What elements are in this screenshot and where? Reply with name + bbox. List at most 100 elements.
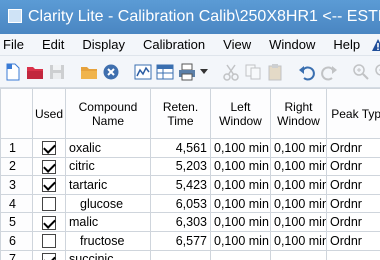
zoom-in-icon[interactable] [352,61,370,83]
undo-icon[interactable] [298,61,316,83]
retention-time-header[interactable]: Reten. Time [150,88,211,139]
print-icon[interactable] [178,61,196,83]
retention-time-cell[interactable]: 6,053 [150,193,211,214]
used-checkbox-cell[interactable] [32,193,66,214]
cut-icon[interactable] [222,61,240,83]
dropdown-icon[interactable] [200,61,208,83]
chart-icon[interactable] [134,61,152,83]
peak-type-cell[interactable] [326,249,380,260]
left-window-cell[interactable]: 0,100 min [210,175,271,195]
retention-time-cell[interactable]: 5,203 [150,156,211,177]
table-row[interactable]: 7 succinic [0,249,380,260]
table-row[interactable]: 3 tartaric 5,423 0,100 min 0,100 min Ordnr [0,175,380,195]
compound-name-cell[interactable]: tartaric [65,175,151,195]
title-bar: Clarity Lite - Calibration Calib\250X8HR… [0,0,380,34]
right-window-header[interactable]: Right Window [270,88,327,139]
left-window-cell[interactable]: 0,100 min [210,230,271,251]
peak-type-cell[interactable]: Ordnr [326,175,380,195]
used-checkbox-cell[interactable] [32,156,66,177]
row-number-cell: 2 [0,156,33,177]
left-window-cell[interactable] [210,249,271,260]
table-row[interactable]: 6 fructose 6,577 0,100 min 0,100 min Ordnr [0,230,380,251]
row-number-header [0,88,33,139]
used-checkbox-cell[interactable] [32,138,66,158]
used-checkbox-cell[interactable] [32,249,66,260]
used-checkbox-cell[interactable] [32,175,66,195]
row-number-cell: 3 [0,175,33,195]
menu-calibration[interactable]: Calibration [134,37,214,52]
compound-name-cell[interactable]: oxalic [65,138,151,158]
peak-type-cell[interactable]: Ordnr [326,193,380,214]
retention-time-cell[interactable]: 6,303 [150,212,211,232]
table-icon[interactable] [156,61,174,83]
used-header[interactable]: Used [32,88,66,139]
left-window-cell[interactable]: 0,100 min [210,156,271,177]
paste-icon[interactable] [266,61,284,83]
toolbar [0,56,380,88]
right-window-cell[interactable] [270,249,327,260]
open-folder-icon[interactable] [80,61,98,83]
peak-type-cell[interactable]: Ordnr [326,212,380,232]
retention-time-cell[interactable] [150,249,211,260]
used-checkbox[interactable] [42,178,56,193]
row-number-cell: 7 [0,249,33,260]
left-window-header[interactable]: Left Window [210,88,271,139]
used-checkbox[interactable] [42,252,56,260]
warning-icon[interactable] [369,36,380,54]
compound-name-header[interactable]: Compound Name [65,88,151,139]
peak-type-cell[interactable]: Ordnr [326,156,380,177]
used-checkbox[interactable] [42,196,56,211]
row-number-cell: 6 [0,230,33,251]
right-window-cell[interactable]: 0,100 min [270,230,327,251]
table-row[interactable]: 1 oxalic 4,561 0,100 min 0,100 min Ordnr [0,138,380,158]
open-red-icon[interactable] [26,61,44,83]
close-circle-icon[interactable] [102,61,120,83]
row-number-cell: 5 [0,212,33,232]
table-row[interactable]: 5 malic 6,303 0,100 min 0,100 min Ordnr [0,212,380,232]
used-checkbox-cell[interactable] [32,212,66,232]
clarity-lite-window: Clarity Lite - Calibration Calib\250X8HR… [0,0,380,260]
compound-name-cell[interactable]: glucose [65,193,151,214]
retention-time-cell[interactable]: 4,561 [150,138,211,158]
left-window-cell[interactable]: 0,100 min [210,138,271,158]
redo-icon[interactable] [320,61,338,83]
peak-type-cell[interactable]: Ordnr [326,230,380,251]
right-window-cell[interactable]: 0,100 min [270,156,327,177]
menu-view[interactable]: View [214,37,260,52]
menu-help[interactable]: Help [324,37,369,52]
right-window-cell[interactable]: 0,100 min [270,138,327,158]
used-checkbox[interactable] [42,215,56,230]
retention-time-cell[interactable]: 5,423 [150,175,211,195]
used-checkbox[interactable] [42,141,56,156]
compound-name-cell[interactable]: succinic [65,249,151,260]
right-window-cell[interactable]: 0,100 min [270,212,327,232]
left-window-cell[interactable]: 0,100 min [210,212,271,232]
used-checkbox[interactable] [42,234,56,249]
window-title: Clarity Lite - Calibration Calib\250X8HR… [28,8,380,25]
right-window-cell[interactable]: 0,100 min [270,193,327,214]
menu-edit[interactable]: Edit [33,37,73,52]
peak-type-header[interactable]: Peak Type [326,88,380,139]
menu-display[interactable]: Display [73,37,134,52]
menu-file[interactable]: File [0,37,33,52]
new-file-icon[interactable] [4,61,22,83]
right-window-cell[interactable]: 0,100 min [270,175,327,195]
copy-icon[interactable] [244,61,262,83]
used-checkbox[interactable] [42,159,56,174]
row-number-cell: 1 [0,138,33,158]
used-checkbox-cell[interactable] [32,230,66,251]
compound-name-cell[interactable]: malic [65,212,151,232]
compound-name-cell[interactable]: fructose [65,230,151,251]
menu-window[interactable]: Window [260,37,324,52]
table-row[interactable]: 2 citric 5,203 0,100 min 0,100 min Ordnr [0,156,380,177]
save-icon[interactable] [48,61,66,83]
zoom-out-icon[interactable] [374,61,380,83]
compound-name-cell[interactable]: citric [65,156,151,177]
left-window-cell[interactable]: 0,100 min [210,193,271,214]
row-number-cell: 4 [0,193,33,214]
retention-time-cell[interactable]: 6,577 [150,230,211,251]
table-row[interactable]: 4 glucose 6,053 0,100 min 0,100 min Ordnr [0,193,380,214]
peak-type-cell[interactable]: Ordnr [326,138,380,158]
menu-right-icons [369,36,380,54]
compound-table: Used Compound Name Reten. Time Left Wind… [0,88,380,260]
